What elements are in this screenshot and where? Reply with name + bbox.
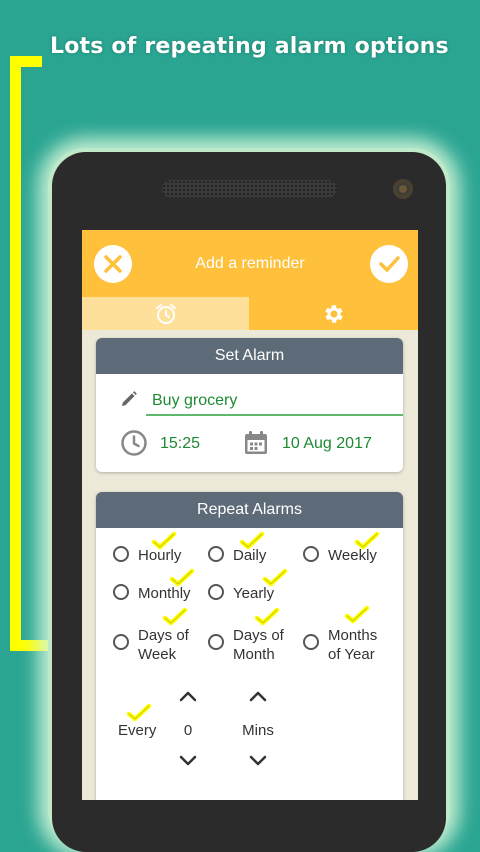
date-value[interactable]: 10 Aug 2017 xyxy=(282,435,372,453)
tab-alarm[interactable] xyxy=(82,297,249,330)
radio-button[interactable] xyxy=(113,634,129,650)
option-label: Months of Year xyxy=(328,627,378,663)
chevron-down-icon[interactable] xyxy=(178,754,198,768)
count-value[interactable]: 0 xyxy=(180,722,196,739)
checkmark-icon xyxy=(379,256,400,272)
calendar-icon xyxy=(245,431,267,454)
arrow-segment xyxy=(10,56,21,651)
option-label: Days of Week xyxy=(138,627,189,663)
app-screen: Add a reminder Set Alarm Buy grocery 15:… xyxy=(82,230,418,800)
radio-button[interactable] xyxy=(113,546,129,562)
phone-camera xyxy=(393,179,413,199)
chevron-up-icon[interactable] xyxy=(248,689,268,703)
option-months-of-year[interactable]: Months of Year xyxy=(303,626,377,664)
radio-button[interactable] xyxy=(208,546,224,562)
header-title: Add a reminder xyxy=(195,255,305,272)
chevron-down-icon[interactable] xyxy=(248,754,268,768)
set-alarm-card: Set Alarm 15:25 10 Aug 2017 xyxy=(96,338,403,472)
phone-speaker xyxy=(162,180,337,198)
reminder-title-input[interactable] xyxy=(146,388,403,416)
highlight-check-icon xyxy=(354,531,380,550)
repeat-alarms-title: Repeat Alarms xyxy=(96,492,403,528)
promo-title: Lots of repeating alarm options xyxy=(50,34,449,59)
clock-icon xyxy=(121,430,147,456)
radio-button[interactable] xyxy=(113,584,129,600)
highlight-check-icon xyxy=(262,568,288,587)
radio-button[interactable] xyxy=(303,546,319,562)
highlight-check-icon xyxy=(162,607,188,626)
save-button[interactable] xyxy=(370,245,408,283)
highlight-check-icon xyxy=(254,607,280,626)
highlight-check-icon xyxy=(126,703,152,722)
set-alarm-title: Set Alarm xyxy=(96,338,403,374)
highlight-check-icon xyxy=(344,605,370,624)
radio-button[interactable] xyxy=(208,584,224,600)
repeat-alarms-card: Repeat Alarms Hourly Daily Weekly Monthl… xyxy=(96,492,403,800)
time-value[interactable]: 15:25 xyxy=(160,435,200,453)
option-days-of-month[interactable]: Days of Month xyxy=(208,626,284,664)
gear-icon xyxy=(324,304,343,323)
radio-button[interactable] xyxy=(303,634,319,650)
pencil-icon xyxy=(122,391,137,406)
tab-settings[interactable] xyxy=(249,297,418,330)
highlight-check-icon xyxy=(239,531,265,550)
radio-button[interactable] xyxy=(208,634,224,650)
app-header: Add a reminder xyxy=(82,230,418,330)
unit-value[interactable]: Mins xyxy=(238,722,278,739)
option-label: Days of Month xyxy=(233,627,284,663)
chevron-up-icon[interactable] xyxy=(178,689,198,703)
highlight-check-icon xyxy=(169,568,195,587)
every-label: Every xyxy=(118,722,157,739)
highlight-check-icon xyxy=(151,531,177,550)
option-days-of-week[interactable]: Days of Week xyxy=(113,626,189,664)
alarm-clock-icon xyxy=(155,303,176,324)
